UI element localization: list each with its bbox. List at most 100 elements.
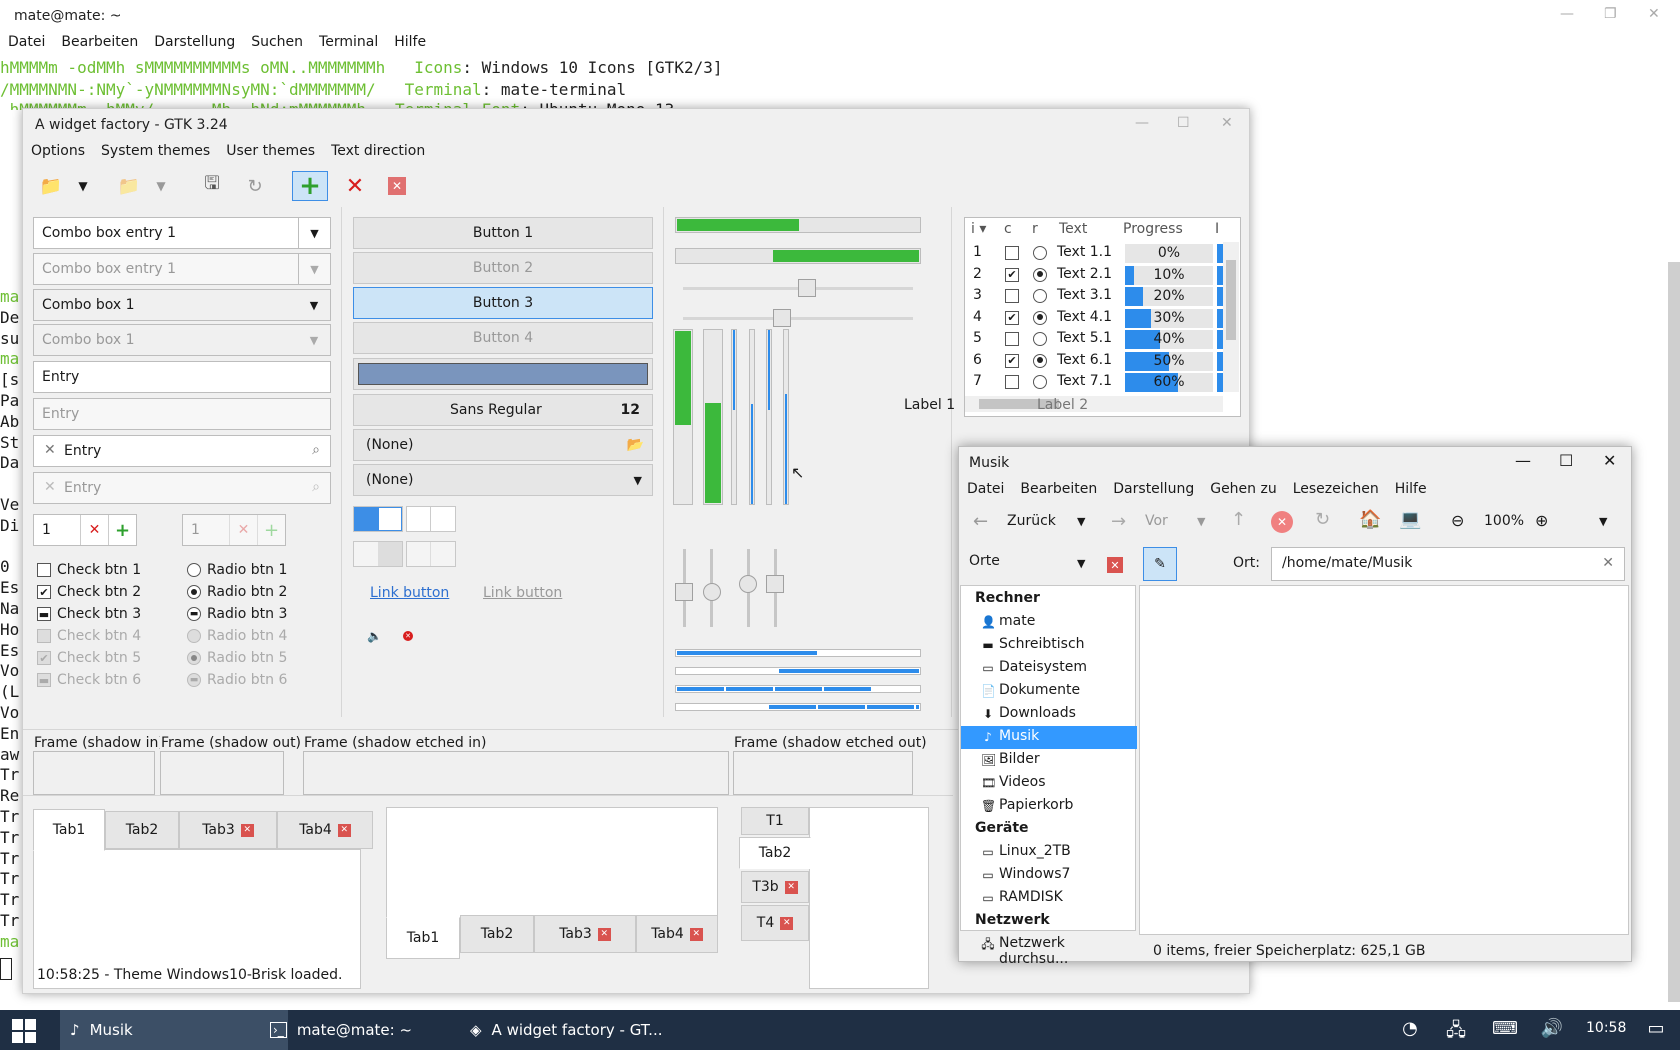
menu-datei[interactable]: Datei [959, 479, 1012, 499]
tab-1[interactable]: Tab1 [33, 809, 105, 851]
tree-check[interactable]: ✔ [1005, 353, 1019, 368]
toggle-group-2[interactable] [406, 506, 456, 532]
tree-radio[interactable] [1033, 246, 1047, 260]
toggle-group-1[interactable] [353, 506, 403, 532]
tab-1[interactable]: Tab1 [386, 917, 460, 959]
close-sidebar-icon[interactable]: ✕ [1107, 557, 1123, 573]
maximize-icon[interactable]: ☐ [1177, 115, 1190, 131]
menu-system-themes[interactable]: System themes [93, 141, 218, 161]
tree-radio[interactable] [1033, 353, 1047, 368]
keyboard-icon[interactable]: ⌨ [1492, 1018, 1518, 1042]
file-chooser-combo[interactable]: (None) ▼ [353, 464, 653, 496]
clear-icon[interactable]: ✕ [1602, 555, 1614, 571]
sidebar-item-netzwerk-durchsu-[interactable]: 🖧 Netzwerk durchsu... [961, 933, 1137, 967]
add-icon[interactable]: + [292, 171, 328, 201]
tree-row[interactable]: 4 ✔ Text 4.1 30% [965, 307, 1223, 330]
increment-icon[interactable]: + [108, 515, 136, 545]
link-button[interactable]: Link button [370, 585, 449, 601]
sidebar-item-dateisystem[interactable]: ▭ Dateisystem [961, 657, 1137, 680]
vscale-small-1-knob[interactable] [675, 583, 693, 601]
tree-row[interactable]: 6 ✔ Text 6.1 50% [965, 350, 1223, 373]
chevron-down-icon[interactable]: ▼ [298, 290, 330, 320]
vscale-small-4-knob[interactable] [766, 575, 784, 593]
sidebar-item-windows7[interactable]: ▭ Windows7 [961, 864, 1137, 887]
close-icon[interactable]: ✕ [1603, 451, 1616, 470]
spin-button-1[interactable]: 1 ✕ + [33, 514, 137, 546]
volume-icon[interactable]: 🔊 [1540, 1018, 1564, 1042]
minimize-icon[interactable]: — [1515, 451, 1531, 470]
tree-check[interactable]: ✔ [1005, 310, 1019, 325]
combo-box-1[interactable]: Combo box 1 ▼ [33, 289, 331, 321]
vscale-small-3-knob[interactable] [739, 575, 757, 593]
tree-radio[interactable] [1033, 310, 1047, 325]
menu-terminal[interactable]: Terminal [311, 32, 386, 56]
location-input[interactable]: /home/mate/Musik ✕ [1271, 547, 1625, 581]
menu-gehen-zu[interactable]: Gehen zu [1202, 479, 1285, 499]
tab-t3b[interactable]: T3b ✕ [741, 871, 809, 903]
tree-check[interactable] [1005, 246, 1019, 260]
maximize-icon[interactable]: ☐ [1559, 451, 1573, 470]
button-3[interactable]: Button 3 [353, 287, 653, 319]
chevron-down-icon[interactable]: ▼ [298, 218, 330, 248]
update-icon[interactable]: ◔ [1398, 1018, 1422, 1042]
hscale-2[interactable] [683, 317, 913, 320]
zoom-out-icon[interactable]: ⊖ [1451, 511, 1464, 530]
back-arrow-icon[interactable]: ← [973, 511, 988, 532]
hscale-2-knob[interactable] [773, 309, 791, 327]
open-file-icon[interactable]: 📁 [35, 171, 67, 201]
sidebar-item-schreibtisch[interactable]: ▬ Schreibtisch [961, 634, 1137, 657]
sidebar-item-papierkorb[interactable]: 🗑 Papierkorb [961, 795, 1137, 818]
minimize-icon[interactable]: — [1560, 6, 1574, 22]
close-tab-icon[interactable]: ✕ [784, 880, 798, 894]
menu-user-themes[interactable]: User themes [218, 141, 323, 161]
vscale-2[interactable] [749, 329, 755, 505]
tree-check[interactable] [1005, 289, 1019, 303]
start-menu-icon[interactable] [12, 1019, 36, 1043]
vscale-small-2-knob[interactable] [703, 583, 721, 601]
tab-3[interactable]: Tab3 ✕ [179, 811, 277, 849]
radio-btn-1[interactable]: Radio btn 1 [187, 562, 287, 578]
font-button[interactable]: Sans Regular 12 [353, 394, 653, 426]
delete-icon[interactable]: ✕ [339, 171, 371, 201]
tree-row[interactable]: 5 Text 5.1 40% [965, 328, 1223, 351]
menu-lesezeichen[interactable]: Lesezeichen [1285, 479, 1387, 499]
color-button[interactable] [353, 358, 653, 390]
zoom-in-icon[interactable]: ⊕ [1535, 511, 1548, 530]
sidebar-item-dokumente[interactable]: 📄 Dokumente [961, 680, 1137, 703]
chevron-down-icon[interactable]: ▼ [1077, 515, 1085, 528]
close-icon[interactable]: ✕ [1221, 115, 1233, 131]
combo-entry-1[interactable]: Combo box entry 1 ▼ [33, 217, 331, 249]
close-tab-icon[interactable]: ✕ [240, 823, 254, 837]
clear-icon[interactable]: ✕ [44, 442, 56, 458]
menu-hilfe[interactable]: Hilfe [386, 32, 434, 56]
menu-suchen[interactable]: Suchen [243, 32, 311, 56]
tree-radio[interactable] [1033, 289, 1047, 303]
close-icon[interactable]: ✕ [1648, 6, 1660, 22]
check-btn-2[interactable]: ✔ Check btn 2 [37, 584, 141, 600]
task-widget-factory[interactable]: ◈ A widget factory - GT... [460, 1010, 680, 1050]
tree-check[interactable] [1005, 332, 1019, 346]
check-btn-3[interactable]: ▬ Check btn 3 [37, 606, 141, 622]
task-terminal[interactable]: ›_ mate@mate: ~ [260, 1010, 460, 1050]
tree-header-progress[interactable]: Progress [1117, 218, 1189, 240]
search-icon[interactable]: ⌕ [312, 442, 320, 458]
menu-bearbeiten[interactable]: Bearbeiten [53, 32, 146, 56]
tree-radio[interactable] [1033, 267, 1047, 282]
tree-header-c[interactable]: c [998, 218, 1018, 240]
show-desktop-icon[interactable]: ▭ [1644, 1018, 1668, 1042]
tab-2[interactable]: Tab2 [105, 811, 179, 849]
menu-datei[interactable]: Datei [0, 32, 53, 56]
minimize-icon[interactable]: — [1135, 115, 1149, 131]
hscale-1-knob[interactable] [798, 279, 816, 297]
menu-options[interactable]: Options [23, 141, 93, 161]
button-1[interactable]: Button 1 [353, 217, 653, 249]
file-view[interactable] [1139, 585, 1629, 935]
sidebar-item-musik[interactable]: ♪ Musik [961, 726, 1137, 749]
entry-1[interactable]: Entry [33, 361, 331, 393]
tree-row[interactable]: 1 Text 1.1 0% [965, 242, 1223, 265]
decrement-icon[interactable]: ✕ [80, 515, 108, 545]
tree-hscrollbar[interactable] [965, 396, 1223, 412]
sidebar-item-ramdisk[interactable]: ▭ RAMDISK [961, 887, 1137, 910]
tree-check[interactable]: ✔ [1005, 267, 1019, 282]
radio-btn-2[interactable]: Radio btn 2 [187, 584, 287, 600]
